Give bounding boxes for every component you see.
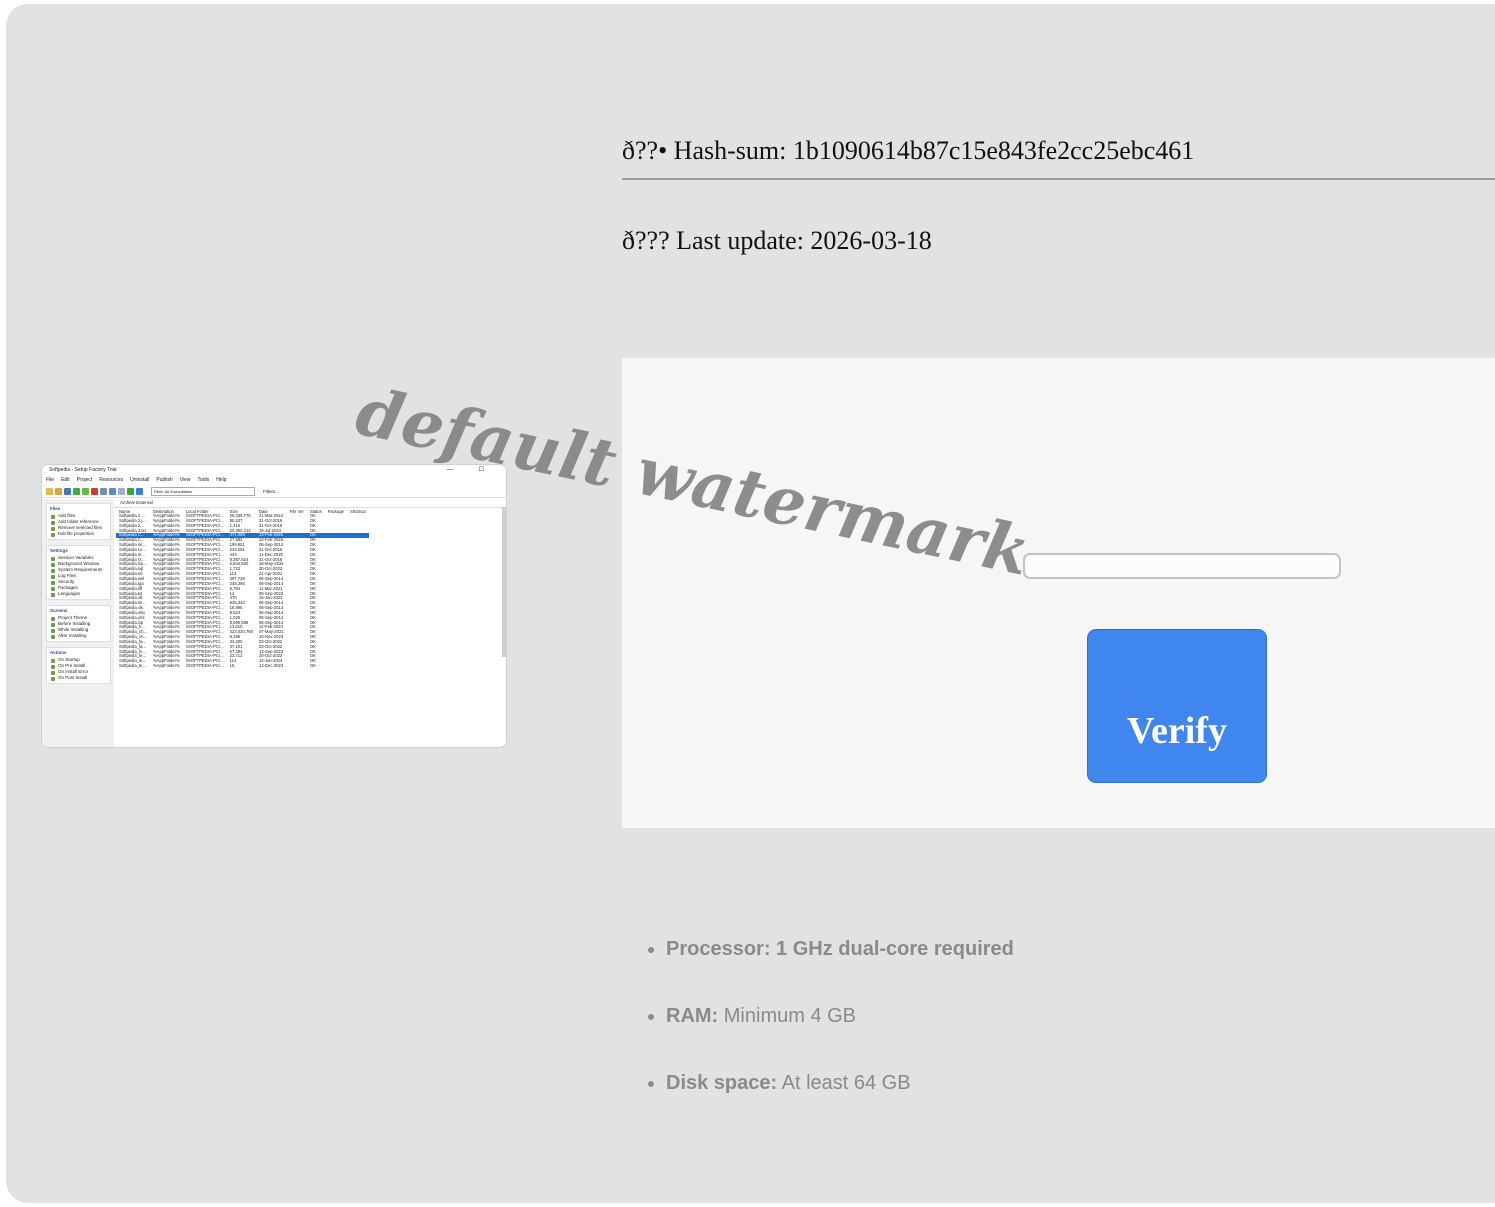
screenshot-tabs: Archive External	[114, 499, 506, 508]
requirement-value: At least 64 GB	[777, 1072, 911, 1094]
content-card: ð??• Hash-sum: 1b1090614b87c15e843fe2cc2…	[6, 4, 1495, 1203]
save-icon	[64, 487, 71, 495]
new-icon	[46, 487, 53, 495]
screenshot-menu-item: Tools	[197, 477, 210, 483]
screenshot-menu-item: Uninstall	[130, 477, 150, 483]
last-update-text: ð??? Last update: 2026-03-18	[622, 226, 932, 255]
build-icon	[127, 487, 134, 495]
screenshot-menubar: File Edit Project Resources Uninstall Publish…	[42, 476, 506, 485]
requirement-label: Processor: 1 GHz dual-core required	[666, 938, 1014, 960]
screenshot-table-cell	[325, 664, 347, 669]
screenshot-sidebar-item: After Installing	[50, 633, 107, 639]
screenshot-table-cell: 18	[229, 663, 235, 669]
screenshot-table-row: Softpedia_te... %AppFolder% \\SOFTPEDIA-PC…	[116, 663, 369, 669]
verify-button-label: Verify	[1127, 710, 1227, 752]
screenshot-table: Name Destination Local Folder Size Date File …	[116, 508, 369, 669]
screenshot-table-cell: Softpedia_te...	[119, 663, 147, 669]
screenshot-sidebar-header: Actions	[50, 650, 67, 655]
screenshot-menu-item: Edit	[61, 477, 70, 483]
redo-icon	[118, 487, 125, 495]
screenshot-sidebar-header: Screens	[50, 608, 68, 613]
screenshot-sidebar-item: Edit file properties	[50, 531, 107, 537]
screenshot-sidebar-header: Files	[50, 506, 61, 511]
screenshot-sidebar-header: Settings	[50, 548, 68, 553]
screenshot-table-cell	[347, 664, 369, 669]
add-icon	[73, 487, 80, 495]
screenshot-sidebar-group: Actions On Startup On Pre Install On Instal…	[46, 647, 111, 684]
screenshot-column-header: Package	[327, 508, 345, 514]
screenshot-sidebar-group: Files Add files Add folder reference Remove…	[46, 503, 111, 540]
screenshot-column-header: File Ver	[289, 508, 304, 514]
remove-icon	[91, 487, 98, 495]
verify-button[interactable]: Verify	[1087, 629, 1267, 783]
properties-icon	[100, 487, 107, 495]
globe-icon	[136, 487, 143, 495]
screenshot-window-controls: — ☐	[446, 467, 496, 473]
screenshot-table-cell: 13-Dec-2023	[258, 663, 284, 669]
add-folder-icon	[82, 487, 89, 495]
screenshot-menu-item: View	[179, 477, 191, 483]
requirement-item: Disk space: At least 64 GB	[666, 1070, 1014, 1137]
screenshot-table-cell: OK	[309, 663, 316, 669]
screenshot-sidebar: Files Add files Add folder reference Remove…	[42, 499, 114, 747]
screenshot-table-cell: \\SOFTPEDIA-PC\...	[185, 663, 224, 669]
requirement-item: RAM: Minimum 4 GB	[666, 1003, 1014, 1070]
screenshot-sidebar-item: Languages	[50, 591, 107, 597]
screenshot-window-title: Softpedia - Setup Factory Trial	[49, 467, 117, 473]
screenshot-menu-item: Project	[76, 477, 93, 483]
screenshot-menu-item: Publish	[156, 477, 173, 483]
screenshot-table-cell	[287, 664, 307, 669]
screenshot-menu-item: File	[46, 477, 55, 483]
screenshot-sidebar-group: Settings Session Variables Background Wind…	[46, 545, 111, 600]
screenshot-filter-select: Filter: All Executables	[151, 486, 255, 496]
screenshot-toolbar: Filter: All Executables Filters...	[42, 485, 506, 498]
hash-sum-text: ð??• Hash-sum: 1b1090614b87c15e843fe2cc2…	[622, 136, 1195, 165]
screenshot-scrollbar	[502, 507, 506, 657]
screenshot-file-list: Archive External Name Destination Local Fo…	[114, 499, 506, 747]
screenshot-table-cell: %AppFolder%	[152, 663, 180, 669]
requirement-value: Minimum 4 GB	[718, 1005, 857, 1027]
verify-panel: Verify	[622, 358, 1495, 828]
app-screenshot: Softpedia - Setup Factory Trial — ☐ File…	[42, 465, 506, 747]
screenshot-filters-button: Filters...	[263, 488, 280, 494]
undo-icon	[109, 487, 116, 495]
requirement-label: RAM:	[666, 1005, 719, 1027]
screenshot-menu-item: Resources	[99, 477, 124, 483]
requirements-list: Processor: 1 GHz dual-core required RAM: …	[646, 936, 1014, 1137]
screenshot-titlebar: Softpedia - Setup Factory Trial — ☐	[42, 465, 506, 476]
screenshot-sidebar-group: Screens Project Theme Before Installing Whi…	[46, 605, 111, 642]
open-icon	[55, 487, 62, 495]
requirement-item: Processor: 1 GHz dual-core required	[666, 936, 1014, 1003]
screenshot-sidebar-item: On Post Install	[50, 675, 107, 681]
verification-input[interactable]	[1023, 553, 1341, 579]
divider	[622, 178, 1495, 180]
requirement-label: Disk space:	[666, 1072, 778, 1094]
screenshot-column-header: Shortcut	[350, 508, 366, 514]
screenshot-menu-item: Help	[216, 477, 227, 483]
